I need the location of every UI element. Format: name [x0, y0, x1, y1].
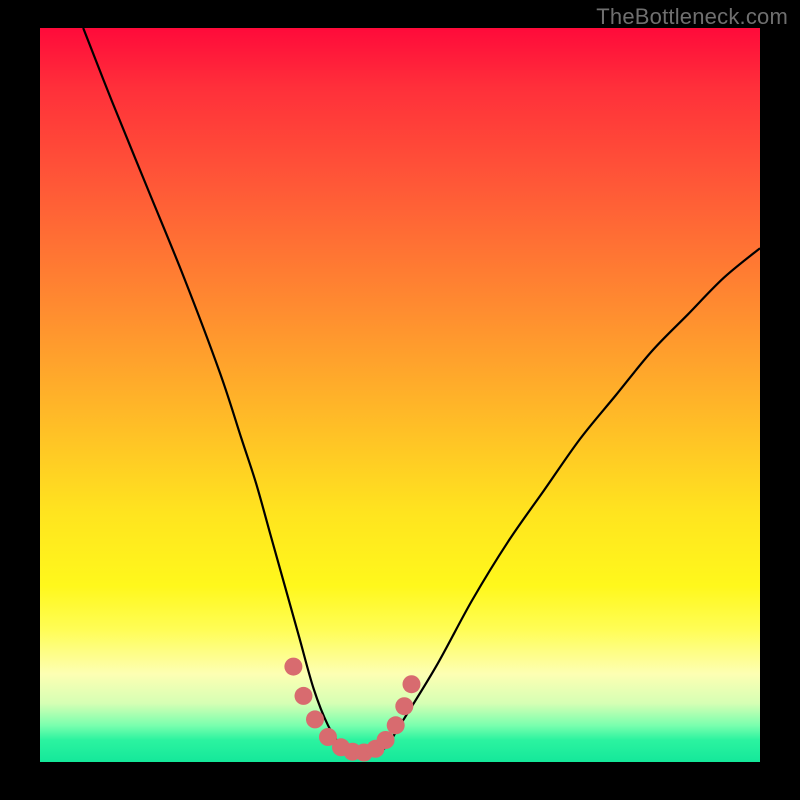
- curve-path: [83, 28, 760, 756]
- highlight-marker: [377, 731, 395, 749]
- highlight-marker: [295, 687, 313, 705]
- highlight-marker: [395, 697, 413, 715]
- watermark-text: TheBottleneck.com: [596, 4, 788, 30]
- plot-area: [40, 28, 760, 762]
- highlight-markers: [284, 658, 420, 762]
- highlight-marker: [403, 675, 421, 693]
- curve-layer: [40, 28, 760, 762]
- highlight-marker: [284, 658, 302, 676]
- chart-stage: TheBottleneck.com: [0, 0, 800, 800]
- highlight-marker: [387, 716, 405, 734]
- highlight-marker: [306, 710, 324, 728]
- bottleneck-curve: [83, 28, 760, 756]
